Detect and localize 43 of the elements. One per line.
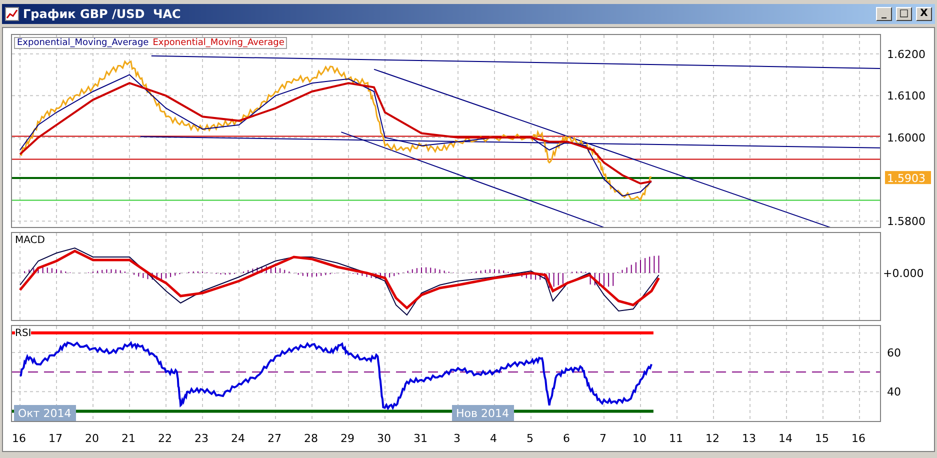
axis-label: 10 <box>632 432 646 445</box>
axis-label: +0.000 <box>883 267 924 280</box>
month-label: Окт 2014 <box>14 405 76 421</box>
window-title: График GBP /USD ЧАС <box>23 7 182 21</box>
axis-label: 31 <box>414 432 428 445</box>
axis-label: 30 <box>377 432 391 445</box>
axis-label: 3 <box>454 432 460 445</box>
legend-label: Exponential_Moving_Average <box>17 38 149 48</box>
axis-label: 16 <box>12 432 26 445</box>
minimize-button[interactable]: _ <box>876 7 892 21</box>
axis-label: 24 <box>231 432 245 445</box>
axis-label: 13 <box>742 432 756 445</box>
axis-label: 1.6100 <box>887 90 926 103</box>
axis-label: 6 <box>563 432 570 445</box>
chart-icon <box>5 7 19 21</box>
month-label: Нов 2014 <box>452 405 514 421</box>
axis-label: 22 <box>158 432 172 445</box>
axis-label: 21 <box>122 432 136 445</box>
axis-label: 4 <box>490 432 497 445</box>
axis-label: 20 <box>85 432 99 445</box>
axis-label: 40 <box>887 386 901 399</box>
axis-label: 17 <box>48 432 62 445</box>
axis-label: 60 <box>887 346 901 360</box>
pane-title: MACD <box>15 235 45 246</box>
axis-label: 15 <box>815 432 829 445</box>
axis-label: 1.6000 <box>887 131 926 144</box>
axis-label: 14 <box>778 432 792 445</box>
maximize-button[interactable]: □ <box>896 7 912 21</box>
axis-label: 28 <box>304 432 318 445</box>
pane-title: RSI <box>15 328 32 339</box>
axis-label: 12 <box>706 432 720 445</box>
current-price-label: 1.5903 <box>885 171 931 186</box>
axis-label: 1.5800 <box>887 215 926 228</box>
axis-label: 23 <box>194 432 208 445</box>
axis-label: 11 <box>669 432 683 445</box>
axis-label: 29 <box>340 432 354 445</box>
close-button[interactable]: X <box>916 7 932 21</box>
axis-label: 1.6200 <box>887 48 926 61</box>
axis-label: 16 <box>852 432 866 445</box>
legend-label: Exponential_Moving_Average <box>152 38 284 48</box>
axis-label: 27 <box>268 432 282 445</box>
axis-label: 5 <box>526 432 534 445</box>
axis-label: 7 <box>600 432 606 445</box>
